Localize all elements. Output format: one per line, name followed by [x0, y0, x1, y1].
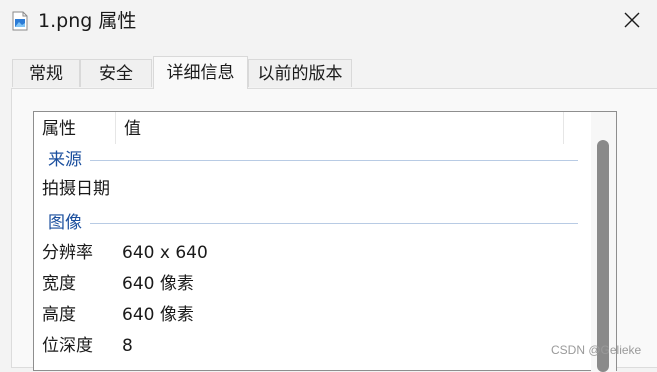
watermark: CSDN @Gelieke	[551, 343, 642, 357]
property-name: 高度	[42, 305, 76, 325]
property-name: 位深度	[42, 336, 93, 356]
property-row[interactable]: 拍摄日期	[34, 174, 590, 204]
property-row[interactable]: 位深度 8	[34, 331, 590, 361]
property-row[interactable]: 分辨率 640 x 640	[34, 238, 590, 268]
tab-general[interactable]: 常规	[12, 59, 80, 87]
group-header-image[interactable]: 图像	[34, 210, 590, 236]
group-label: 来源	[48, 150, 82, 170]
close-icon	[624, 12, 640, 28]
group-label: 图像	[48, 213, 82, 233]
window-title: 1.png 属性	[38, 10, 137, 32]
vertical-scrollbar[interactable]	[591, 112, 616, 372]
property-row[interactable]: 高度 640 像素	[34, 300, 590, 330]
property-value: 640 x 640	[122, 243, 208, 263]
tab-bar: 常规 安全 详细信息 以前的版本	[0, 56, 657, 89]
column-header-empty[interactable]	[564, 112, 590, 144]
property-value: 640 像素	[122, 274, 194, 294]
property-name: 分辨率	[42, 243, 93, 263]
property-value: 640 像素	[122, 305, 194, 325]
group-header-origin[interactable]: 来源	[34, 147, 590, 173]
group-divider	[90, 160, 578, 161]
title-bar: 1.png 属性	[0, 0, 657, 44]
property-name: 拍摄日期	[42, 179, 110, 199]
property-list[interactable]: 属性 值 来源 拍摄日期 图像 分辨率 640 x 640 宽度 640 像素 …	[33, 111, 617, 372]
tab-details[interactable]: 详细信息	[153, 56, 248, 89]
property-row[interactable]: 宽度 640 像素	[34, 269, 590, 299]
close-button[interactable]	[614, 2, 650, 38]
image-file-icon	[12, 11, 28, 31]
group-divider	[90, 223, 578, 224]
property-name: 宽度	[42, 274, 76, 294]
column-header-property[interactable]: 属性	[34, 112, 116, 144]
tab-security[interactable]: 安全	[80, 59, 152, 87]
tab-previous-versions[interactable]: 以前的版本	[248, 59, 352, 87]
scrollbar-thumb[interactable]	[597, 140, 609, 372]
property-value: 8	[122, 336, 133, 356]
column-header-value[interactable]: 值	[116, 112, 564, 144]
